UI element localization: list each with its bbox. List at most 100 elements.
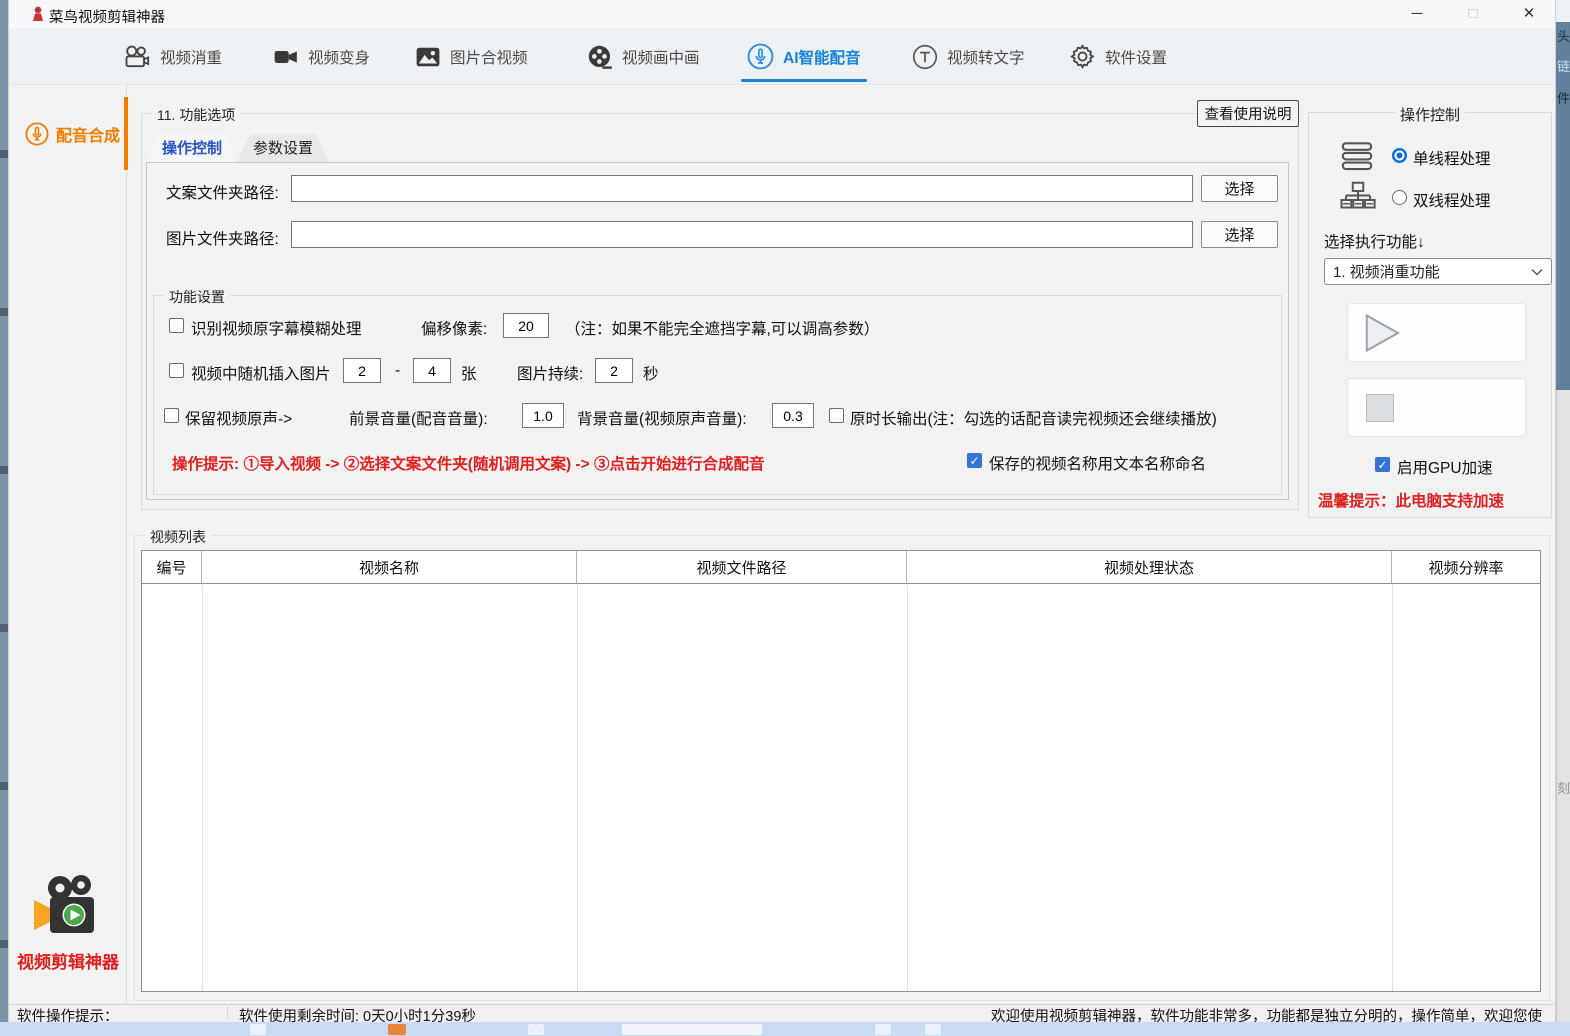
status-separator: [227, 1007, 228, 1020]
minimize-button-icon[interactable]: ─: [1395, 0, 1439, 28]
app-logo-icon: [29, 5, 47, 23]
film-reel-icon: [587, 44, 613, 70]
nav-tab-video-dedup[interactable]: 视频消重: [123, 28, 222, 85]
sidebar-item-dubbing[interactable]: 配音合成: [9, 97, 127, 170]
microphone-icon: [25, 122, 49, 146]
range-separator: -: [395, 362, 400, 380]
video-camera-logo-icon: [29, 875, 107, 939]
column-divider: [907, 585, 908, 991]
status-remaining-time: 软件使用剩余时间: 0天0小时1分39秒: [239, 1005, 476, 1022]
edge-text-fragment: 件: [1557, 88, 1570, 107]
image-duration-input[interactable]: [595, 358, 633, 383]
nav-tab-ai-dubbing[interactable]: AI智能配音: [747, 28, 861, 85]
nav-tab-video-transform[interactable]: 视频变身: [273, 28, 370, 85]
original-length-label: 原时长输出(注：勾选的话配音读完视频还会继续播放): [850, 407, 1217, 429]
close-button-icon[interactable]: ✕: [1507, 0, 1551, 28]
text-folder-path-input[interactable]: [291, 175, 1193, 202]
insert-images-unit: 张: [461, 362, 477, 384]
original-length-checkbox[interactable]: [829, 408, 844, 423]
nav-tab-label: 图片合视频: [450, 46, 528, 68]
nav-tab-video-to-text[interactable]: 视频转文字: [912, 28, 1025, 85]
column-divider: [1392, 585, 1393, 991]
nav-tab-video-pip[interactable]: 视频画中画: [587, 28, 700, 85]
subtitle-blur-label: 识别视频原字幕模糊处理: [191, 317, 362, 339]
video-list-title: 视频列表: [145, 527, 211, 547]
function-options-title: 11. 功能选项: [152, 105, 240, 125]
background-window-right-edge: 头 链 件 刻: [1556, 0, 1570, 1022]
check-icon: ✓: [1377, 458, 1387, 472]
dual-thread-label: 双线程处理: [1413, 189, 1491, 211]
background-volume-input[interactable]: [772, 403, 814, 428]
insert-images-checkbox[interactable]: [169, 363, 184, 378]
text-folder-browse-button[interactable]: 选择: [1201, 175, 1278, 202]
network-icon: [1340, 180, 1376, 214]
chevron-down-icon: [1531, 268, 1543, 276]
nav-tab-settings[interactable]: 软件设置: [1069, 28, 1167, 85]
foreground-volume-input[interactable]: [522, 403, 564, 428]
start-button[interactable]: [1347, 303, 1526, 362]
save-name-checkbox[interactable]: ✓: [967, 453, 982, 468]
keep-original-audio-checkbox[interactable]: [164, 408, 179, 423]
taskbar-item[interactable]: [875, 1024, 891, 1035]
column-header-name[interactable]: 视频名称: [202, 551, 577, 583]
movie-camera-icon: [123, 45, 151, 69]
video-list-table[interactable]: 编号 视频名称 视频文件路径 视频处理状态 视频分辨率: [141, 550, 1541, 992]
maximize-button-icon[interactable]: □: [1451, 0, 1495, 28]
tab-operation-control[interactable]: 操作控制: [146, 134, 238, 163]
window-title: 菜鸟视频剪辑神器: [49, 6, 165, 27]
edge-text-fragment: 头: [1557, 26, 1570, 45]
gpu-label: 启用GPU加速: [1397, 456, 1493, 478]
column-header-status[interactable]: 视频处理状态: [907, 551, 1392, 583]
function-select-label: 选择执行功能↓: [1324, 230, 1425, 252]
stop-button[interactable]: [1347, 378, 1526, 437]
nav-tab-label: 视频转文字: [947, 46, 1025, 68]
column-header-resolution[interactable]: 视频分辨率: [1392, 551, 1540, 583]
operation-hint: 操作提示: ①导入视频 -> ②选择文案文件夹(随机调用文案) -> ③点击开始…: [172, 452, 764, 474]
background-volume-label: 背景音量(视频原声音量):: [577, 407, 747, 429]
video-camera-icon: [273, 46, 299, 68]
picture-icon: [415, 46, 441, 68]
taskbar-item[interactable]: [388, 1024, 406, 1035]
status-welcome-text: 欢迎使用视频剪辑神器，软件功能非常多，功能都是独立分明的，操作简单，欢迎您使: [991, 1005, 1542, 1022]
tab-parameter-settings[interactable]: 参数设置: [237, 134, 329, 163]
desktop: 头 链 件 刻 菜鸟视频剪辑神器 ─ □ ✕: [0, 0, 1570, 1036]
image-duration-label: 图片持续:: [517, 362, 583, 384]
save-name-label: 保存的视频名称用文本名称命名: [989, 452, 1206, 474]
taskbar-item[interactable]: [250, 1024, 266, 1035]
column-header-index[interactable]: 编号: [142, 551, 202, 583]
function-select-value: 1. 视频消重功能: [1333, 261, 1440, 282]
column-header-path[interactable]: 视频文件路径: [577, 551, 907, 583]
offset-note: （注：如果不能完全遮挡字幕,可以调高参数）: [565, 317, 879, 339]
video-list-header: 编号 视频名称 视频文件路径 视频处理状态 视频分辨率: [142, 551, 1540, 584]
sidebar-item-label: 配音合成: [56, 122, 120, 146]
help-button[interactable]: 查看使用说明: [1197, 100, 1299, 127]
app-window: 菜鸟视频剪辑神器 ─ □ ✕ 视频消重 视频变身: [8, 0, 1556, 1022]
gpu-hint: 温馨提示：此电脑支持加速: [1318, 489, 1504, 511]
column-divider: [577, 585, 578, 991]
insert-images-label: 视频中随机插入图片: [191, 362, 331, 384]
single-thread-label: 单线程处理: [1413, 147, 1491, 169]
stop-icon: [1366, 394, 1394, 422]
image-folder-path-input[interactable]: [291, 221, 1193, 248]
function-select[interactable]: 1. 视频消重功能: [1324, 258, 1552, 285]
feature-settings-title: 功能设置: [164, 287, 230, 307]
taskbar-item[interactable]: [528, 1024, 544, 1035]
nav-tab-image-to-video[interactable]: 图片合视频: [415, 28, 528, 85]
gpu-checkbox[interactable]: ✓: [1375, 457, 1390, 472]
dual-thread-radio[interactable]: [1392, 190, 1407, 205]
insert-images-min-input[interactable]: [343, 358, 381, 383]
single-thread-radio[interactable]: [1392, 148, 1407, 163]
insert-images-max-input[interactable]: [413, 358, 451, 383]
image-folder-browse-button[interactable]: 选择: [1201, 221, 1278, 248]
taskbar-item[interactable]: [622, 1024, 762, 1035]
layers-icon: [1340, 140, 1374, 172]
taskbar[interactable]: [0, 1022, 1570, 1036]
edge-text-fragment: 刻: [1557, 778, 1570, 797]
subtitle-blur-checkbox[interactable]: [169, 318, 184, 333]
offset-pixels-input[interactable]: [503, 313, 549, 338]
taskbar-item[interactable]: [925, 1024, 941, 1035]
sidebar: 配音合成 视频剪辑神器: [9, 85, 127, 1004]
image-folder-label: 图片文件夹路径:: [166, 227, 279, 249]
nav-tab-label: 软件设置: [1105, 46, 1167, 68]
title-bar[interactable]: 菜鸟视频剪辑神器 ─ □ ✕: [9, 0, 1555, 28]
